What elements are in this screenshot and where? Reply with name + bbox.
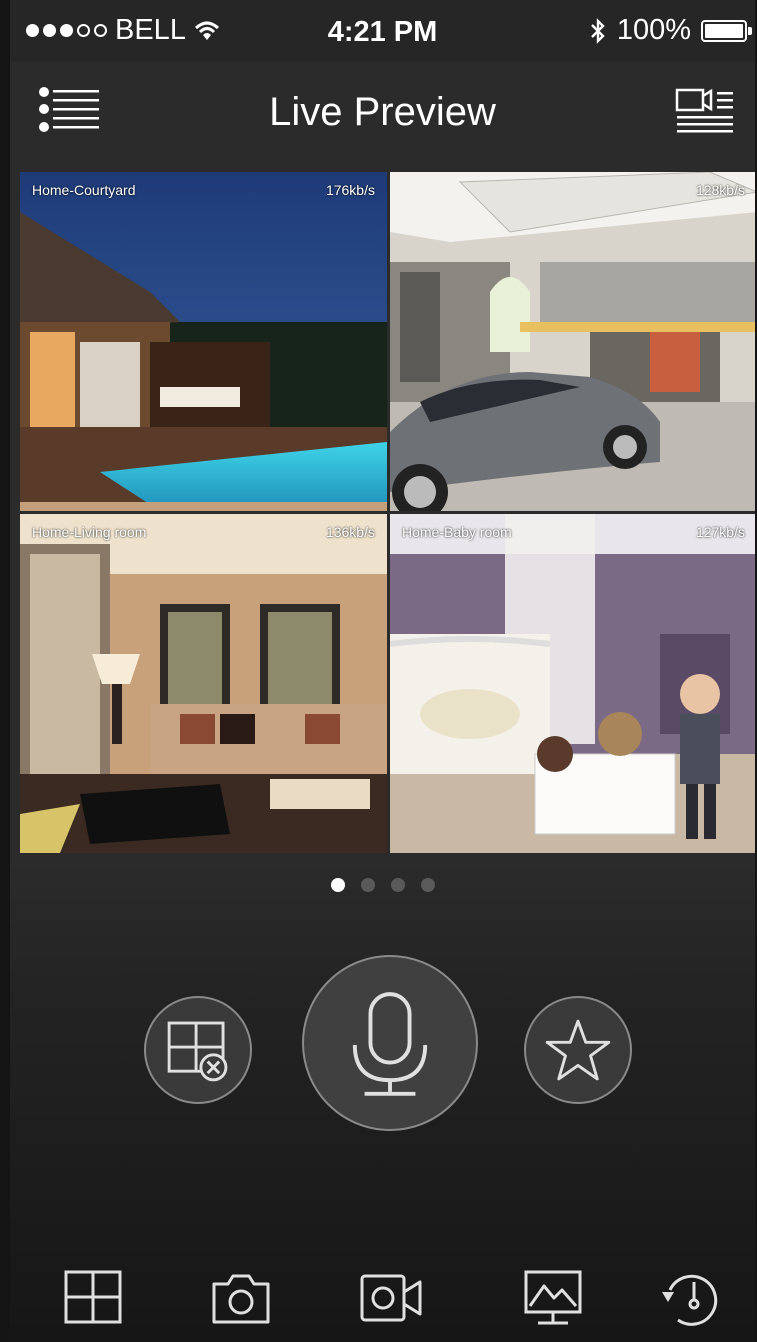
page-dot-4[interactable] bbox=[420, 878, 435, 892]
page-dot-3[interactable] bbox=[390, 878, 405, 892]
bottom-toolbar bbox=[10, 1262, 755, 1332]
page-indicator bbox=[10, 878, 755, 892]
favorite-star-icon bbox=[545, 1019, 611, 1081]
courtyard-video-feed bbox=[20, 172, 387, 511]
camera-view-courtyard[interactable]: Home-Courtyard 176kb/s bbox=[20, 172, 387, 511]
camera-list-button[interactable] bbox=[673, 86, 737, 136]
camera-bitrate: 128kb/s bbox=[695, 182, 745, 198]
record-video-icon bbox=[360, 1274, 422, 1322]
garage-video-feed bbox=[390, 172, 755, 511]
close-all-windows-icon bbox=[167, 1021, 228, 1082]
signal-strength-icon bbox=[26, 24, 107, 37]
camera-bitrate: 136kb/s bbox=[325, 524, 375, 540]
camera-bitrate: 176kb/s bbox=[325, 182, 375, 198]
status-left: BELL bbox=[26, 14, 220, 47]
menu-list-icon bbox=[39, 87, 99, 132]
close-all-button[interactable] bbox=[144, 996, 252, 1104]
battery-icon bbox=[701, 19, 752, 42]
camera-view-baby-room[interactable]: Home-Baby room 127kb/s bbox=[390, 514, 755, 853]
status-bar: BELL 4:21 PM 100% bbox=[10, 0, 755, 62]
camera-name: Home-Living room bbox=[32, 524, 147, 540]
wifi-icon bbox=[194, 21, 219, 40]
playback-button[interactable] bbox=[656, 1262, 726, 1332]
playback-history-icon bbox=[662, 1274, 718, 1326]
camera-view-garage[interactable]: 128kb/s bbox=[390, 172, 755, 511]
menu-button[interactable] bbox=[38, 86, 102, 136]
bluetooth-icon bbox=[590, 17, 605, 44]
microphone-icon bbox=[352, 992, 428, 1096]
page-title: Live Preview bbox=[269, 90, 496, 134]
talk-button[interactable] bbox=[302, 955, 478, 1131]
camera-name: Home-Courtyard bbox=[32, 182, 136, 198]
camera-name: Home-Baby room bbox=[402, 524, 512, 540]
app-screen: BELL 4:21 PM 100% Live Preview Home-Cour… bbox=[10, 0, 755, 1342]
camera-list-icon bbox=[675, 88, 733, 133]
camera-view-living-room[interactable]: Home-Living room 136kb/s bbox=[20, 514, 387, 853]
layout-grid-icon bbox=[64, 1270, 122, 1324]
snapshot-button[interactable] bbox=[206, 1262, 276, 1332]
favorite-button[interactable] bbox=[524, 996, 632, 1104]
nav-bar: Live Preview bbox=[10, 62, 755, 172]
battery-percent: 100% bbox=[616, 14, 691, 46]
carrier-name: BELL bbox=[115, 14, 186, 46]
living-room-video-feed bbox=[20, 514, 387, 853]
monitor-chart-icon bbox=[524, 1270, 582, 1325]
video-grid: Home-Courtyard 176kb/s 128kb/s Home-Livi… bbox=[20, 172, 755, 854]
page-dot-2[interactable] bbox=[360, 878, 375, 892]
camera-bitrate: 127kb/s bbox=[695, 524, 745, 540]
page-dot-1[interactable] bbox=[330, 878, 345, 892]
monitor-button[interactable] bbox=[518, 1262, 588, 1332]
baby-room-video-feed bbox=[390, 514, 755, 853]
snapshot-camera-icon bbox=[212, 1274, 270, 1324]
record-button[interactable] bbox=[356, 1262, 426, 1332]
layout-button[interactable] bbox=[58, 1262, 128, 1332]
status-right: 100% bbox=[589, 14, 752, 47]
